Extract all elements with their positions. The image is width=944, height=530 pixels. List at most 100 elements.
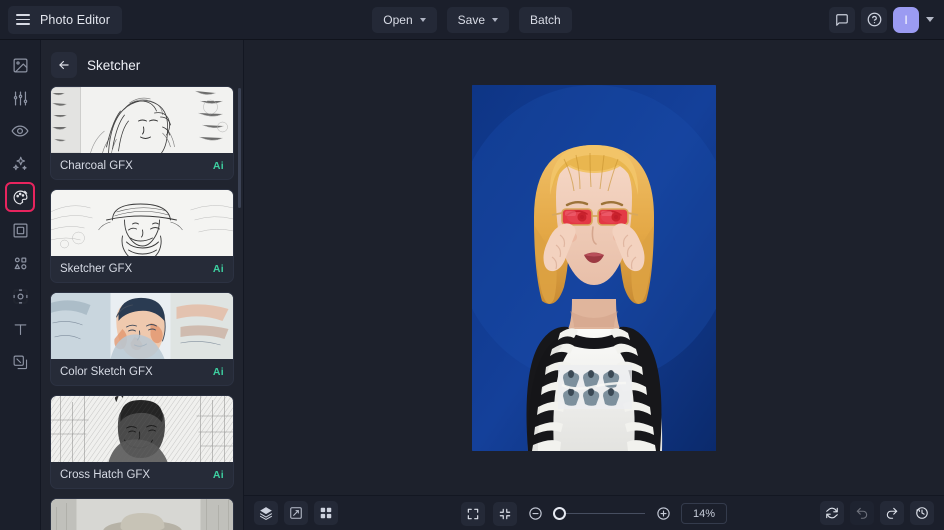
panel-title: Sketcher <box>87 57 141 73</box>
fullscreen-button[interactable] <box>461 501 485 526</box>
preset-label: Charcoal GFX <box>60 160 133 172</box>
rail-item-adjust[interactable] <box>5 83 35 113</box>
rail-item-artistic[interactable] <box>5 182 35 212</box>
preset-panel: Sketcher Charcoal GFX Ai Sketcher GFX Ai… <box>41 40 244 530</box>
open-button[interactable]: Open <box>372 7 437 33</box>
preset-item-charcoal[interactable]: Charcoal GFX Ai <box>50 86 234 180</box>
ai-badge: Ai <box>212 160 224 172</box>
palette-icon <box>13 190 27 204</box>
ai-badge: Ai <box>212 366 224 378</box>
zoom-slider-knob[interactable] <box>553 507 566 520</box>
preset-item-cross-hatch[interactable]: Cross Hatch GFX Ai <box>50 395 234 489</box>
preset-label: Sketcher GFX <box>60 263 133 275</box>
preset-item-sketcher[interactable]: Sketcher GFX Ai <box>50 189 234 283</box>
color-sketch-man-thumb <box>51 293 233 359</box>
layers-stack-icon <box>259 507 273 520</box>
grid-view-button[interactable] <box>314 501 338 525</box>
photo-editor-app: Photo Editor Open Save Batch I Sketcher … <box>0 0 944 530</box>
preset-meta: Cross Hatch GFX Ai <box>51 462 233 488</box>
preset-label: Cross Hatch GFX <box>60 469 151 481</box>
sparkles-icon <box>13 156 27 171</box>
layers-icon <box>13 355 27 369</box>
preset-list[interactable]: Charcoal GFX Ai Sketcher GFX Ai Color Sk… <box>41 86 243 530</box>
fit-to-screen-button[interactable] <box>493 501 517 526</box>
history-controls <box>820 501 934 525</box>
app-body: Sketcher Charcoal GFX Ai Sketcher GFX Ai… <box>0 40 944 530</box>
comment-icon <box>836 13 848 26</box>
panel-header: Sketcher <box>41 40 243 86</box>
fullscreen-icon <box>467 508 479 519</box>
zoom-level-value[interactable]: 14% <box>681 503 727 524</box>
sketcher-bearded-man-thumb <box>51 190 233 256</box>
image-icon <box>13 58 27 72</box>
layers-button[interactable] <box>254 501 278 525</box>
thumb-art <box>51 499 233 530</box>
hamburger-icon <box>16 14 30 25</box>
feedback-button[interactable] <box>829 6 855 33</box>
app-menu-button[interactable]: Photo Editor <box>8 5 122 34</box>
rail-item-layers[interactable] <box>5 347 35 377</box>
charcoal-portrait-thumb <box>51 87 233 153</box>
batch-button[interactable]: Batch <box>519 7 572 33</box>
top-header: Photo Editor Open Save Batch I <box>0 0 944 40</box>
reset-button[interactable] <box>820 501 844 525</box>
help-button[interactable] <box>861 6 887 33</box>
undo-button[interactable] <box>850 501 874 525</box>
thumb-art <box>51 190 233 256</box>
batch-label: Batch <box>530 13 561 27</box>
preset-item-color-sketch[interactable]: Color Sketch GFX Ai <box>50 292 234 386</box>
rail-item-focus[interactable] <box>5 281 35 311</box>
canvas-image[interactable] <box>472 84 716 451</box>
panel-scrollbar-thumb[interactable] <box>238 88 241 208</box>
preset-meta: Charcoal GFX Ai <box>51 153 233 179</box>
rail-item-overlays[interactable] <box>5 248 35 278</box>
text-icon <box>14 323 26 335</box>
help-circle-icon <box>867 12 881 27</box>
app-title: Photo Editor <box>40 12 110 27</box>
header-center-toolbar: Open Save Batch <box>0 0 944 40</box>
back-button[interactable] <box>51 52 77 78</box>
rail-item-text[interactable] <box>5 314 35 344</box>
header-right: I <box>829 6 944 33</box>
reset-icon <box>826 507 838 519</box>
redo-icon <box>886 507 898 519</box>
canvas-area[interactable] <box>244 40 944 495</box>
cross-hatch-man-thumb <box>51 396 233 462</box>
resize-image-icon <box>290 507 302 519</box>
account-chevron-down-icon[interactable] <box>926 17 934 22</box>
chevron-down-icon <box>419 18 426 22</box>
undo-icon <box>856 507 868 519</box>
open-label: Open <box>383 13 413 27</box>
grid-view-icon <box>320 507 332 519</box>
zoom-in-icon <box>656 507 670 520</box>
preset-item-next[interactable] <box>50 498 234 530</box>
rail-item-effects[interactable] <box>5 149 35 179</box>
focus-icon <box>12 288 28 304</box>
zoom-out-icon <box>528 507 542 520</box>
avatar[interactable]: I <box>893 6 919 33</box>
preset-meta: Color Sketch GFX Ai <box>51 359 233 385</box>
redo-button[interactable] <box>880 501 904 525</box>
save-button[interactable]: Save <box>446 7 510 33</box>
eye-icon <box>11 125 29 137</box>
arrow-left-icon <box>59 60 69 70</box>
chevron-down-icon <box>492 18 499 22</box>
resize-button[interactable] <box>284 501 308 525</box>
thumb-art <box>51 87 233 153</box>
tool-rail <box>0 40 41 530</box>
rail-item-frames[interactable] <box>5 215 35 245</box>
zoom-in-button[interactable] <box>653 504 673 524</box>
zoom-slider[interactable] <box>553 507 645 521</box>
hat-sunglasses-man-thumb <box>51 499 233 530</box>
canvas-wrapper: 14% <box>244 40 944 530</box>
panel-scrollbar[interactable] <box>238 88 241 524</box>
rail-item-image[interactable] <box>5 50 35 80</box>
zoom-out-button[interactable] <box>525 504 545 524</box>
fit-to-screen-icon <box>499 508 511 519</box>
shapes-icon <box>14 257 26 269</box>
history-button[interactable] <box>910 501 934 525</box>
rail-item-retouch[interactable] <box>5 116 35 146</box>
header-left: Photo Editor <box>0 5 122 34</box>
zoom-slider-track <box>553 512 645 515</box>
preset-label: Color Sketch GFX <box>60 366 153 378</box>
